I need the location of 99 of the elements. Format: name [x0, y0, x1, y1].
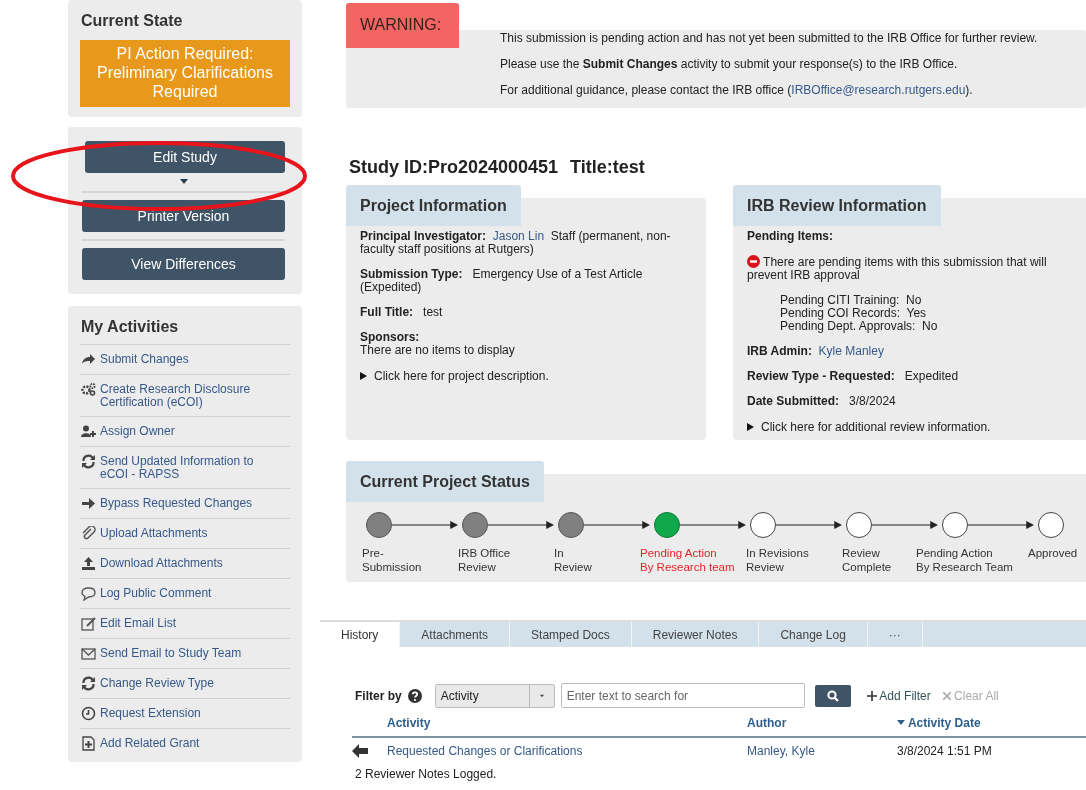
field-text: Review Type - Requested: Expedited — [747, 370, 960, 383]
panel-title: My Activities — [80, 318, 180, 336]
tab[interactable]: Reviewer Notes — [631, 622, 760, 647]
activity-link[interactable]: Send Email to Study Team — [100, 646, 242, 660]
search-icon — [826, 689, 839, 702]
step-label: Pre- Submission — [362, 546, 422, 574]
step-label: Review Complete — [842, 546, 892, 574]
refresh-icon — [81, 454, 96, 469]
envelope-icon — [81, 646, 96, 661]
search-button[interactable] — [814, 684, 851, 707]
panel-title: Project Information — [346, 185, 521, 226]
column-header[interactable]: Activity — [387, 716, 747, 730]
search-field[interactable]: Enter text to search for — [560, 683, 805, 708]
field-text: Date Submitted: 3/8/2024 — [747, 395, 897, 408]
filter-dropdown[interactable]: Activity — [434, 683, 555, 708]
expand-icon[interactable] — [747, 423, 754, 431]
activity-link[interactable]: Upload Attachments — [100, 526, 208, 540]
close-icon — [942, 691, 951, 700]
arrow — [776, 521, 842, 529]
field-text: Sponsors: There are no items to display — [360, 331, 516, 357]
tab[interactable]: Change Log — [759, 622, 868, 647]
row-note: 2 Reviewer Notes Logged. — [355, 767, 498, 781]
gears-icon — [81, 382, 96, 397]
step-label: Pending Action By Research Team — [916, 546, 1013, 574]
field-text: Principal Investigator: Jason Lin Staff (permanent, non-faculty staff positions at Rutgers) — [360, 230, 672, 256]
add-filter-link[interactable]: Add Filter — [866, 688, 931, 703]
field-label: Pending Items: — [747, 230, 834, 243]
activity-link[interactable]: Create Research Disclosure Certification (eCOI) — [100, 382, 265, 409]
tab[interactable]: ··· — [867, 622, 923, 647]
activity-link[interactable]: Bypass Requested Changes — [100, 496, 253, 510]
activity-link[interactable]: Log Public Comment — [100, 586, 212, 600]
column-header[interactable]: Author — [747, 716, 897, 730]
field-text: Full Title: test — [360, 306, 444, 319]
activity-link[interactable]: Change Review Type — [100, 676, 214, 690]
step-label: IRB Office Review — [458, 546, 511, 574]
expand-icon[interactable] — [360, 372, 367, 380]
comment-icon — [81, 586, 96, 601]
arrow — [680, 521, 746, 529]
pending-item: Pending Dept. Approvals: No — [780, 320, 939, 333]
activity-link[interactable]: Download Attachments — [100, 556, 223, 570]
arrow — [488, 521, 554, 529]
expand-link[interactable]: Click here for project description. — [374, 369, 549, 383]
user-plus-icon — [81, 424, 96, 439]
upload-icon — [81, 556, 96, 571]
plus-icon — [866, 690, 877, 701]
filter-label: Filter by — [355, 688, 402, 703]
tab[interactable]: Stamped Docs — [510, 622, 632, 647]
paperclip-icon — [81, 526, 96, 541]
warning-text: For additional guidance, please contact the IRB office (IRBOffice@research.rutgers.edu). — [500, 83, 974, 97]
column-header[interactable]: Activity Date — [897, 716, 1086, 730]
arrow — [392, 521, 458, 529]
share-icon — [81, 352, 96, 367]
panel-title: Current Project Status — [346, 461, 544, 502]
study-id: Study ID:Pro2024000451 — [349, 157, 559, 178]
status-label: PI Action Required: Preliminary Clarifications Required — [80, 40, 290, 107]
field-text: Submission Type: Emergency Use of a Test Article (Expedited) — [360, 268, 644, 294]
pending-item: Pending COI Records: Yes — [780, 307, 928, 320]
warning-label: WARNING: — [346, 3, 459, 48]
activity-link[interactable]: Requested Changes or Clarifications — [387, 744, 747, 758]
study-title: Title:test — [570, 157, 645, 178]
arrow-left-icon — [352, 744, 368, 758]
author-link[interactable]: Manley, Kyle — [747, 744, 897, 758]
activity-link[interactable]: Send Updated Information to eCOI - RAPSS — [100, 454, 265, 481]
document-plus-icon — [81, 736, 96, 751]
caret-icon[interactable] — [179, 179, 188, 184]
expand-link[interactable]: Click here for additional review information. — [761, 420, 991, 434]
arrow-right-icon — [81, 496, 96, 511]
tab[interactable]: History — [320, 622, 401, 647]
warning-text: Please use the Submit Changes activity to submit your response(s) to the IRB Office. — [500, 57, 959, 71]
field-text: IRB Admin: Kyle Manley — [747, 345, 885, 358]
action-button[interactable]: View Differences — [82, 248, 285, 280]
arrow — [968, 521, 1034, 529]
edit-icon — [81, 616, 96, 631]
alert-text: There are pending items with this submission that will prevent IRB approval — [747, 255, 1048, 282]
clock-icon — [81, 706, 96, 721]
activity-link[interactable]: Add Related Grant — [100, 736, 200, 750]
activity-link[interactable]: Request Extension — [100, 706, 201, 720]
email-link[interactable]: IRBOffice@research.rutgers.edu — [791, 83, 966, 97]
step-label: In Review — [554, 546, 592, 574]
tab[interactable]: Attachments — [400, 622, 511, 647]
activity-link[interactable]: Submit Changes — [100, 352, 189, 366]
warning-text: This submission is pending action and has not yet been submitted to the IRB Office for further review. — [500, 31, 1039, 45]
arrow — [584, 521, 650, 529]
stop-icon — [747, 255, 760, 268]
step-label: In Revisions Review — [746, 546, 809, 574]
step-label: Approved — [1028, 546, 1078, 560]
pending-item: Pending CITI Training: No — [780, 294, 923, 307]
arrow — [872, 521, 938, 529]
sort-caret-icon — [897, 720, 905, 725]
activity-link[interactable]: Edit Email List — [100, 616, 177, 630]
panel-title: Current State — [80, 12, 184, 30]
panel-title: IRB Review Information — [733, 185, 941, 226]
help-icon[interactable] — [407, 688, 422, 703]
step-label: Pending Action By Research team — [640, 546, 735, 574]
link[interactable]: Kyle Manley — [818, 344, 884, 358]
link[interactable]: Jason Lin — [492, 229, 545, 243]
table-cell-text: 3/8/2024 1:51 PM — [897, 744, 993, 758]
activity-link[interactable]: Assign Owner — [100, 424, 175, 438]
refresh-icon — [81, 676, 96, 691]
